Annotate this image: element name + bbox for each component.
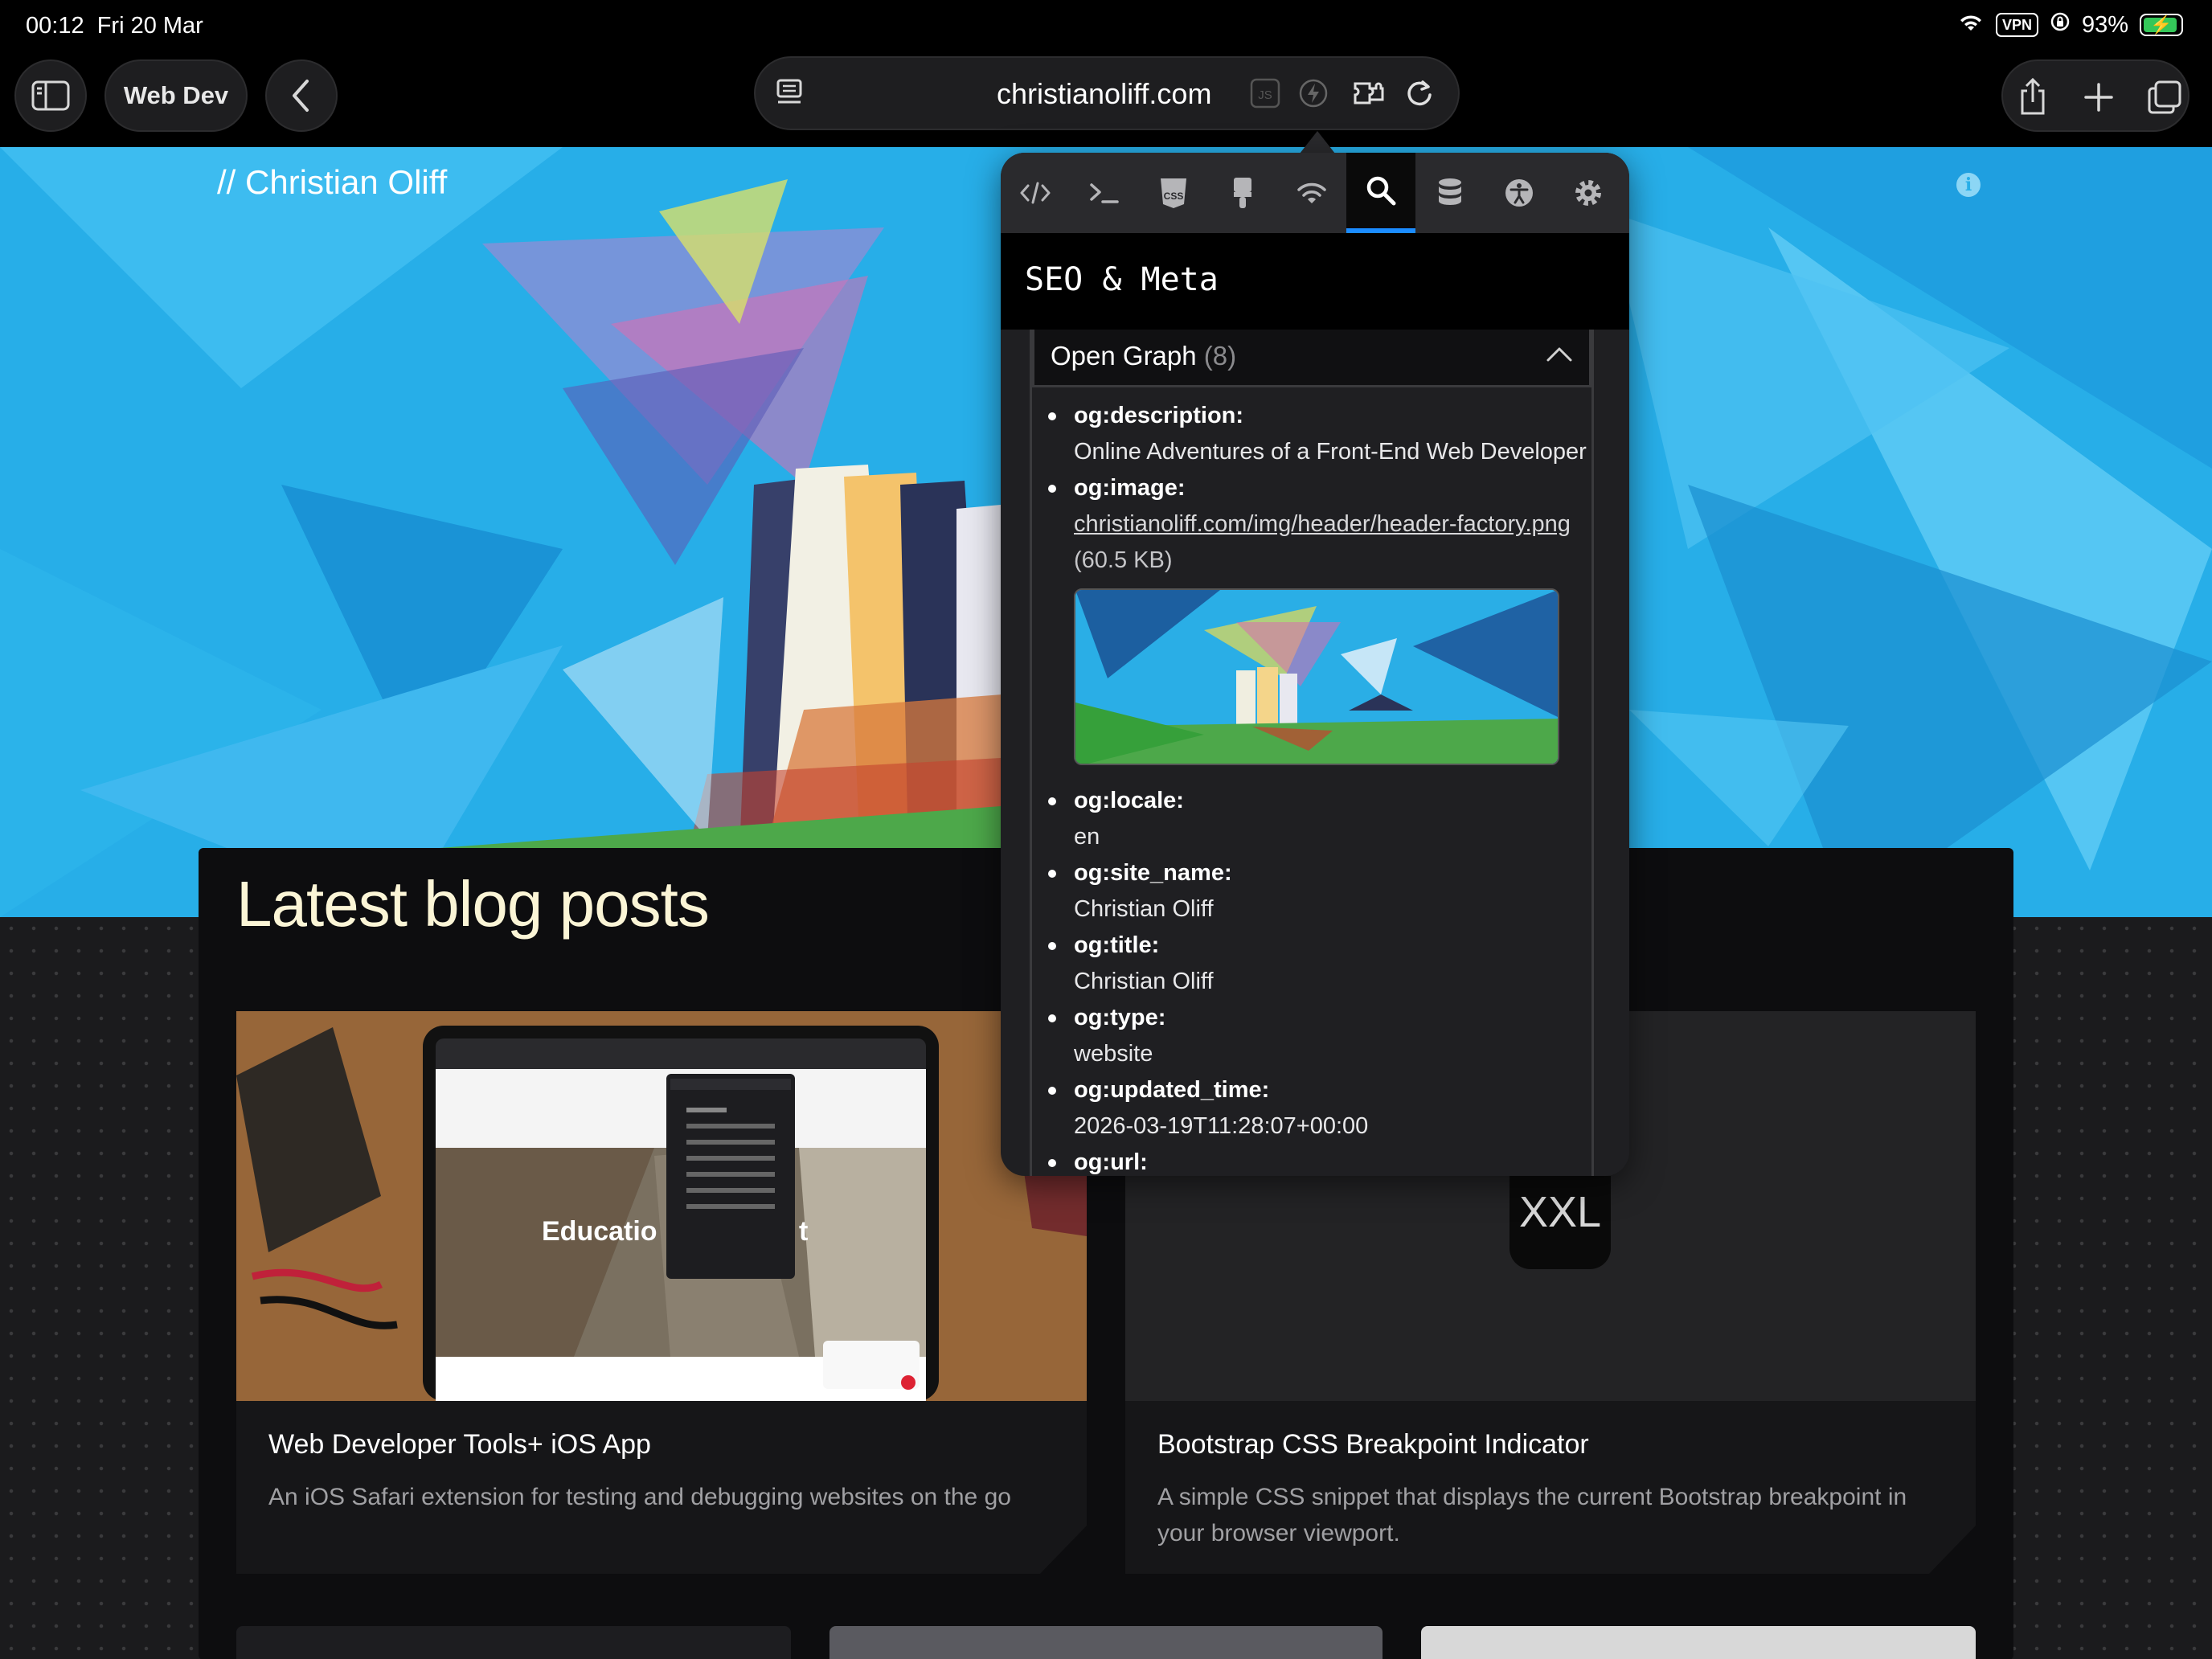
open-graph-header[interactable]: Open Graph (8) xyxy=(1032,330,1591,387)
devtools-tabbar: CSS xyxy=(1001,153,1629,233)
tab-storage[interactable] xyxy=(1415,153,1485,233)
svg-text:CSS: CSS xyxy=(1164,190,1184,202)
og-image-size: (60.5 KB) xyxy=(1074,547,1173,573)
status-time: 00:12 Fri 20 Mar xyxy=(26,13,203,39)
tabs-overview-icon[interactable] xyxy=(2144,76,2185,119)
og-key: og:description: xyxy=(1074,403,1244,428)
svg-text:t: t xyxy=(799,1216,808,1247)
og-value: Christian Oliff xyxy=(1074,969,1214,994)
tab-css[interactable]: CSS xyxy=(1139,153,1208,233)
status-bar: 00:12 Fri 20 Mar VPN 93% ⚡ xyxy=(0,0,2212,56)
popover-arrow xyxy=(1300,131,1335,154)
blog-card[interactable]: Educatio t Web Developer Tools+ iOS App … xyxy=(236,1011,1087,1574)
devtools-popover: CSS SEO & Meta Open Graph (8) og:descrip… xyxy=(1001,153,1629,1176)
og-image-link[interactable]: christianoliff.com/img/header/header-fac… xyxy=(1074,506,1591,543)
bolt-extension-icon[interactable] xyxy=(1296,74,1331,113)
orientation-lock-icon xyxy=(2050,11,2071,39)
code-icon xyxy=(1020,182,1051,204)
og-item: og:title: Christian Oliff xyxy=(1032,928,1591,1000)
og-item: og:type: website xyxy=(1032,1000,1591,1072)
tab-accessibility[interactable] xyxy=(1485,153,1554,233)
tab-settings[interactable] xyxy=(1554,153,1623,233)
card-description: A simple CSS snippet that displays the c… xyxy=(1157,1484,1907,1546)
info-icon[interactable]: i xyxy=(1956,173,1981,197)
vpn-badge: VPN xyxy=(1995,13,2038,37)
og-value: en xyxy=(1074,824,1100,850)
new-tab-icon[interactable] xyxy=(2079,76,2119,119)
battery-icon: ⚡ xyxy=(2140,14,2183,36)
panel-title: SEO & Meta xyxy=(1001,233,1629,330)
card-description: An iOS Safari extension for testing and … xyxy=(268,1484,1011,1510)
search-icon xyxy=(1366,176,1396,206)
og-item: og:site_name: Christian Oliff xyxy=(1032,855,1591,928)
tab-html[interactable] xyxy=(1001,153,1070,233)
open-graph-section: Open Graph (8) og:description: Online Ad… xyxy=(1030,330,1594,1176)
chevron-left-icon xyxy=(293,80,309,112)
section-title: Latest blog posts xyxy=(236,868,710,940)
sidebar-icon xyxy=(31,80,70,111)
og-key: og:site_name: xyxy=(1074,860,1232,886)
og-item: og:description: Online Adventures of a F… xyxy=(1032,398,1591,470)
wifi-icon xyxy=(1957,11,1985,39)
tab-network[interactable] xyxy=(1277,153,1346,233)
svg-text:Educatio: Educatio xyxy=(542,1216,657,1247)
card-stub xyxy=(830,1626,1382,1659)
og-key: og:locale: xyxy=(1074,788,1184,813)
paintbrush-icon xyxy=(1234,178,1251,208)
share-icon[interactable] xyxy=(2013,76,2053,119)
section-count: (8) xyxy=(1203,341,1237,371)
og-value: Online Adventures of a Front-End Web Dev… xyxy=(1074,439,1587,465)
og-key: og:type: xyxy=(1074,1005,1166,1030)
toolbar-actions xyxy=(2001,59,2189,132)
browser-toolbar: Web Dev christianoliff.com JS xyxy=(0,56,2212,147)
js-toggle-icon[interactable]: JS xyxy=(1247,74,1283,113)
battery-percent: 93% xyxy=(2081,11,2128,38)
accessibility-icon xyxy=(1505,179,1533,207)
status-indicators: VPN 93% ⚡ xyxy=(1957,11,2183,39)
og-image-preview xyxy=(1074,588,1559,765)
og-item: og:updated_time: 2026-03-19T11:28:07+00:… xyxy=(1032,1072,1591,1145)
card-title[interactable]: Web Developer Tools+ iOS App xyxy=(268,1429,651,1460)
card-title[interactable]: Bootstrap CSS Breakpoint Indicator xyxy=(1157,1429,1589,1460)
address-bar[interactable]: christianoliff.com JS xyxy=(754,56,1460,130)
og-item: og:url: xyxy=(1032,1145,1591,1176)
site-brand[interactable]: // Christian Oliff xyxy=(217,163,447,202)
og-key: og:url: xyxy=(1074,1149,1148,1175)
tab-design[interactable] xyxy=(1208,153,1277,233)
back-button[interactable] xyxy=(265,59,338,132)
chevron-up-icon xyxy=(1546,347,1572,362)
tab-console[interactable] xyxy=(1070,153,1139,233)
database-icon xyxy=(1439,178,1461,205)
sidebar-toggle-button[interactable] xyxy=(14,59,87,132)
og-item: og:locale: en xyxy=(1032,783,1591,855)
tab-seo[interactable] xyxy=(1346,153,1415,233)
terminal-icon xyxy=(1090,183,1119,203)
og-value: website xyxy=(1074,1041,1153,1067)
card-stub xyxy=(236,1626,791,1659)
og-key: og:updated_time: xyxy=(1074,1077,1270,1103)
css-icon: CSS xyxy=(1161,178,1186,208)
tab-group-button[interactable]: Web Dev xyxy=(104,59,248,132)
og-key: og:title: xyxy=(1074,932,1160,958)
extension-icon[interactable] xyxy=(1350,74,1386,113)
section-label: Open Graph xyxy=(1051,341,1197,371)
og-value: 2026-03-19T11:28:07+00:00 xyxy=(1074,1113,1369,1139)
reload-icon[interactable] xyxy=(1402,74,1437,113)
page-menu-icon[interactable] xyxy=(772,74,807,113)
wifi-icon xyxy=(1297,182,1326,203)
card-image: Educatio t xyxy=(236,1011,1087,1401)
svg-text:JS: JS xyxy=(1258,88,1272,102)
og-key: og:image: xyxy=(1074,475,1186,501)
url-text: christianoliff.com xyxy=(997,77,1212,110)
og-item: og:image: christianoliff.com/img/header/… xyxy=(1032,470,1591,579)
breakpoint-badge: XXL xyxy=(1509,1176,1611,1269)
card-stub xyxy=(1421,1626,1976,1659)
og-value: Christian Oliff xyxy=(1074,896,1214,922)
og-list: og:description: Online Adventures of a F… xyxy=(1032,398,1591,1176)
gear-icon xyxy=(1575,180,1601,206)
screen: 00:12 Fri 20 Mar VPN 93% ⚡ Web Dev chris… xyxy=(0,0,2212,1659)
